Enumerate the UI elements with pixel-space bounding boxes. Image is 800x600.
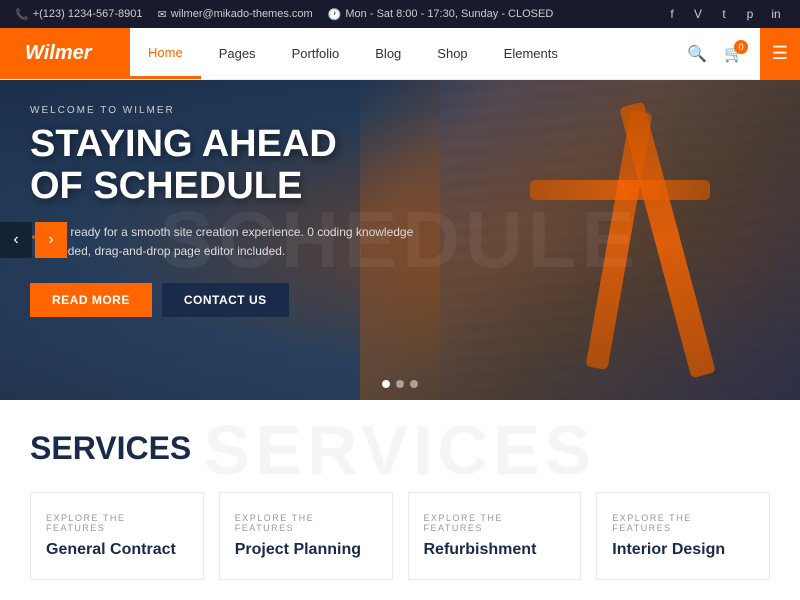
cart-badge: 0	[734, 40, 748, 54]
service-name-0: General Contract	[46, 541, 188, 559]
hero-buttons: Read More Contact Us	[30, 283, 420, 317]
hero-content: WELCOME TO WILMER STAYING AHEAD OF SCHED…	[0, 80, 450, 342]
hero-title-line1: STAYING AHEAD	[30, 123, 337, 165]
slider-dot-3[interactable]	[410, 380, 418, 388]
harness-strap-3	[530, 180, 710, 200]
email-icon: ✉	[157, 8, 166, 21]
hero-subtitle-text: Get ready for a smooth site creation exp…	[48, 223, 420, 261]
slider-next-button[interactable]: ›	[35, 222, 67, 258]
nav-pages[interactable]: Pages	[201, 28, 274, 79]
cart-button[interactable]: 🛒 0	[718, 38, 750, 70]
service-card-3[interactable]: EXPLORE THE FEATURES Interior Design	[596, 492, 770, 580]
slider-prev-button[interactable]: ‹	[0, 222, 32, 258]
service-explore-label-1: EXPLORE THE FEATURES	[235, 513, 377, 533]
nav-blog[interactable]: Blog	[357, 28, 419, 79]
twitter-link[interactable]: t	[715, 5, 733, 23]
logo-text: Wilmer	[25, 42, 92, 65]
hero-section: SCHEDULE WELCOME TO WILMER STAYING AHEAD…	[0, 80, 800, 400]
service-explore-label-3: EXPLORE THE FEATURES	[612, 513, 754, 533]
hero-welcome-text: WELCOME TO WILMER	[30, 105, 420, 116]
top-bar: 📞 +(123) 1234-567-8901 ✉ wilmer@mikado-t…	[0, 0, 800, 28]
clock-icon: 🕐	[328, 8, 342, 21]
hours-info: 🕐 Mon - Sat 8:00 - 17:30, Sunday - CLOSE…	[328, 8, 554, 21]
navbar: Wilmer Home Pages Portfolio Blog Shop El…	[0, 28, 800, 80]
email-info: ✉ wilmer@mikado-themes.com	[157, 8, 312, 21]
phone-info: 📞 +(123) 1234-567-8901	[15, 8, 142, 21]
service-card-2[interactable]: EXPLORE THE FEATURES Refurbishment	[408, 492, 582, 580]
vimeo-link[interactable]: V	[689, 5, 707, 23]
nav-elements[interactable]: Elements	[486, 28, 576, 79]
hamburger-menu-button[interactable]: ☰	[760, 28, 800, 80]
linkedin-link[interactable]: in	[767, 5, 785, 23]
pinterest-link[interactable]: p	[741, 5, 759, 23]
hero-title-line2: OF SCHEDULE	[30, 165, 302, 207]
phone-number: +(123) 1234-567-8901	[33, 8, 143, 20]
slider-dot-2[interactable]	[396, 380, 404, 388]
phone-icon: 📞	[15, 8, 29, 21]
service-name-1: Project Planning	[235, 541, 377, 559]
service-card-1[interactable]: EXPLORE THE FEATURES Project Planning	[219, 492, 393, 580]
site-logo[interactable]: Wilmer	[0, 28, 130, 79]
nav-shop[interactable]: Shop	[419, 28, 485, 79]
service-name-2: Refurbishment	[424, 541, 566, 559]
service-explore-label-2: EXPLORE THE FEATURES	[424, 513, 566, 533]
hero-subtitle: ✓ Get ready for a smooth site creation e…	[30, 223, 420, 261]
slider-dot-1[interactable]	[382, 380, 390, 388]
nav-icons: 🔍 🛒 0	[671, 38, 760, 70]
nav-home[interactable]: Home	[130, 28, 201, 79]
read-more-button[interactable]: Read More	[30, 283, 152, 317]
business-hours: Mon - Sat 8:00 - 17:30, Sunday - CLOSED	[345, 8, 553, 20]
slider-dots	[382, 380, 418, 388]
search-button[interactable]: 🔍	[681, 38, 713, 70]
contact-us-button[interactable]: Contact Us	[162, 283, 289, 317]
facebook-link[interactable]: f	[663, 5, 681, 23]
services-section: SERVICES SERVICES EXPLORE THE FEATURES G…	[0, 400, 800, 600]
hero-title: STAYING AHEAD OF SCHEDULE	[30, 124, 420, 208]
social-links: f V t p in	[663, 5, 785, 23]
services-title: SERVICES	[30, 430, 770, 467]
service-name-3: Interior Design	[612, 541, 754, 559]
nav-portfolio[interactable]: Portfolio	[274, 28, 358, 79]
services-grid: EXPLORE THE FEATURES General Contract EX…	[30, 492, 770, 580]
service-explore-label-0: EXPLORE THE FEATURES	[46, 513, 188, 533]
top-bar-left: 📞 +(123) 1234-567-8901 ✉ wilmer@mikado-t…	[15, 8, 553, 21]
nav-links: Home Pages Portfolio Blog Shop Elements	[130, 28, 671, 79]
email-address: wilmer@mikado-themes.com	[171, 8, 313, 20]
service-card-0[interactable]: EXPLORE THE FEATURES General Contract	[30, 492, 204, 580]
